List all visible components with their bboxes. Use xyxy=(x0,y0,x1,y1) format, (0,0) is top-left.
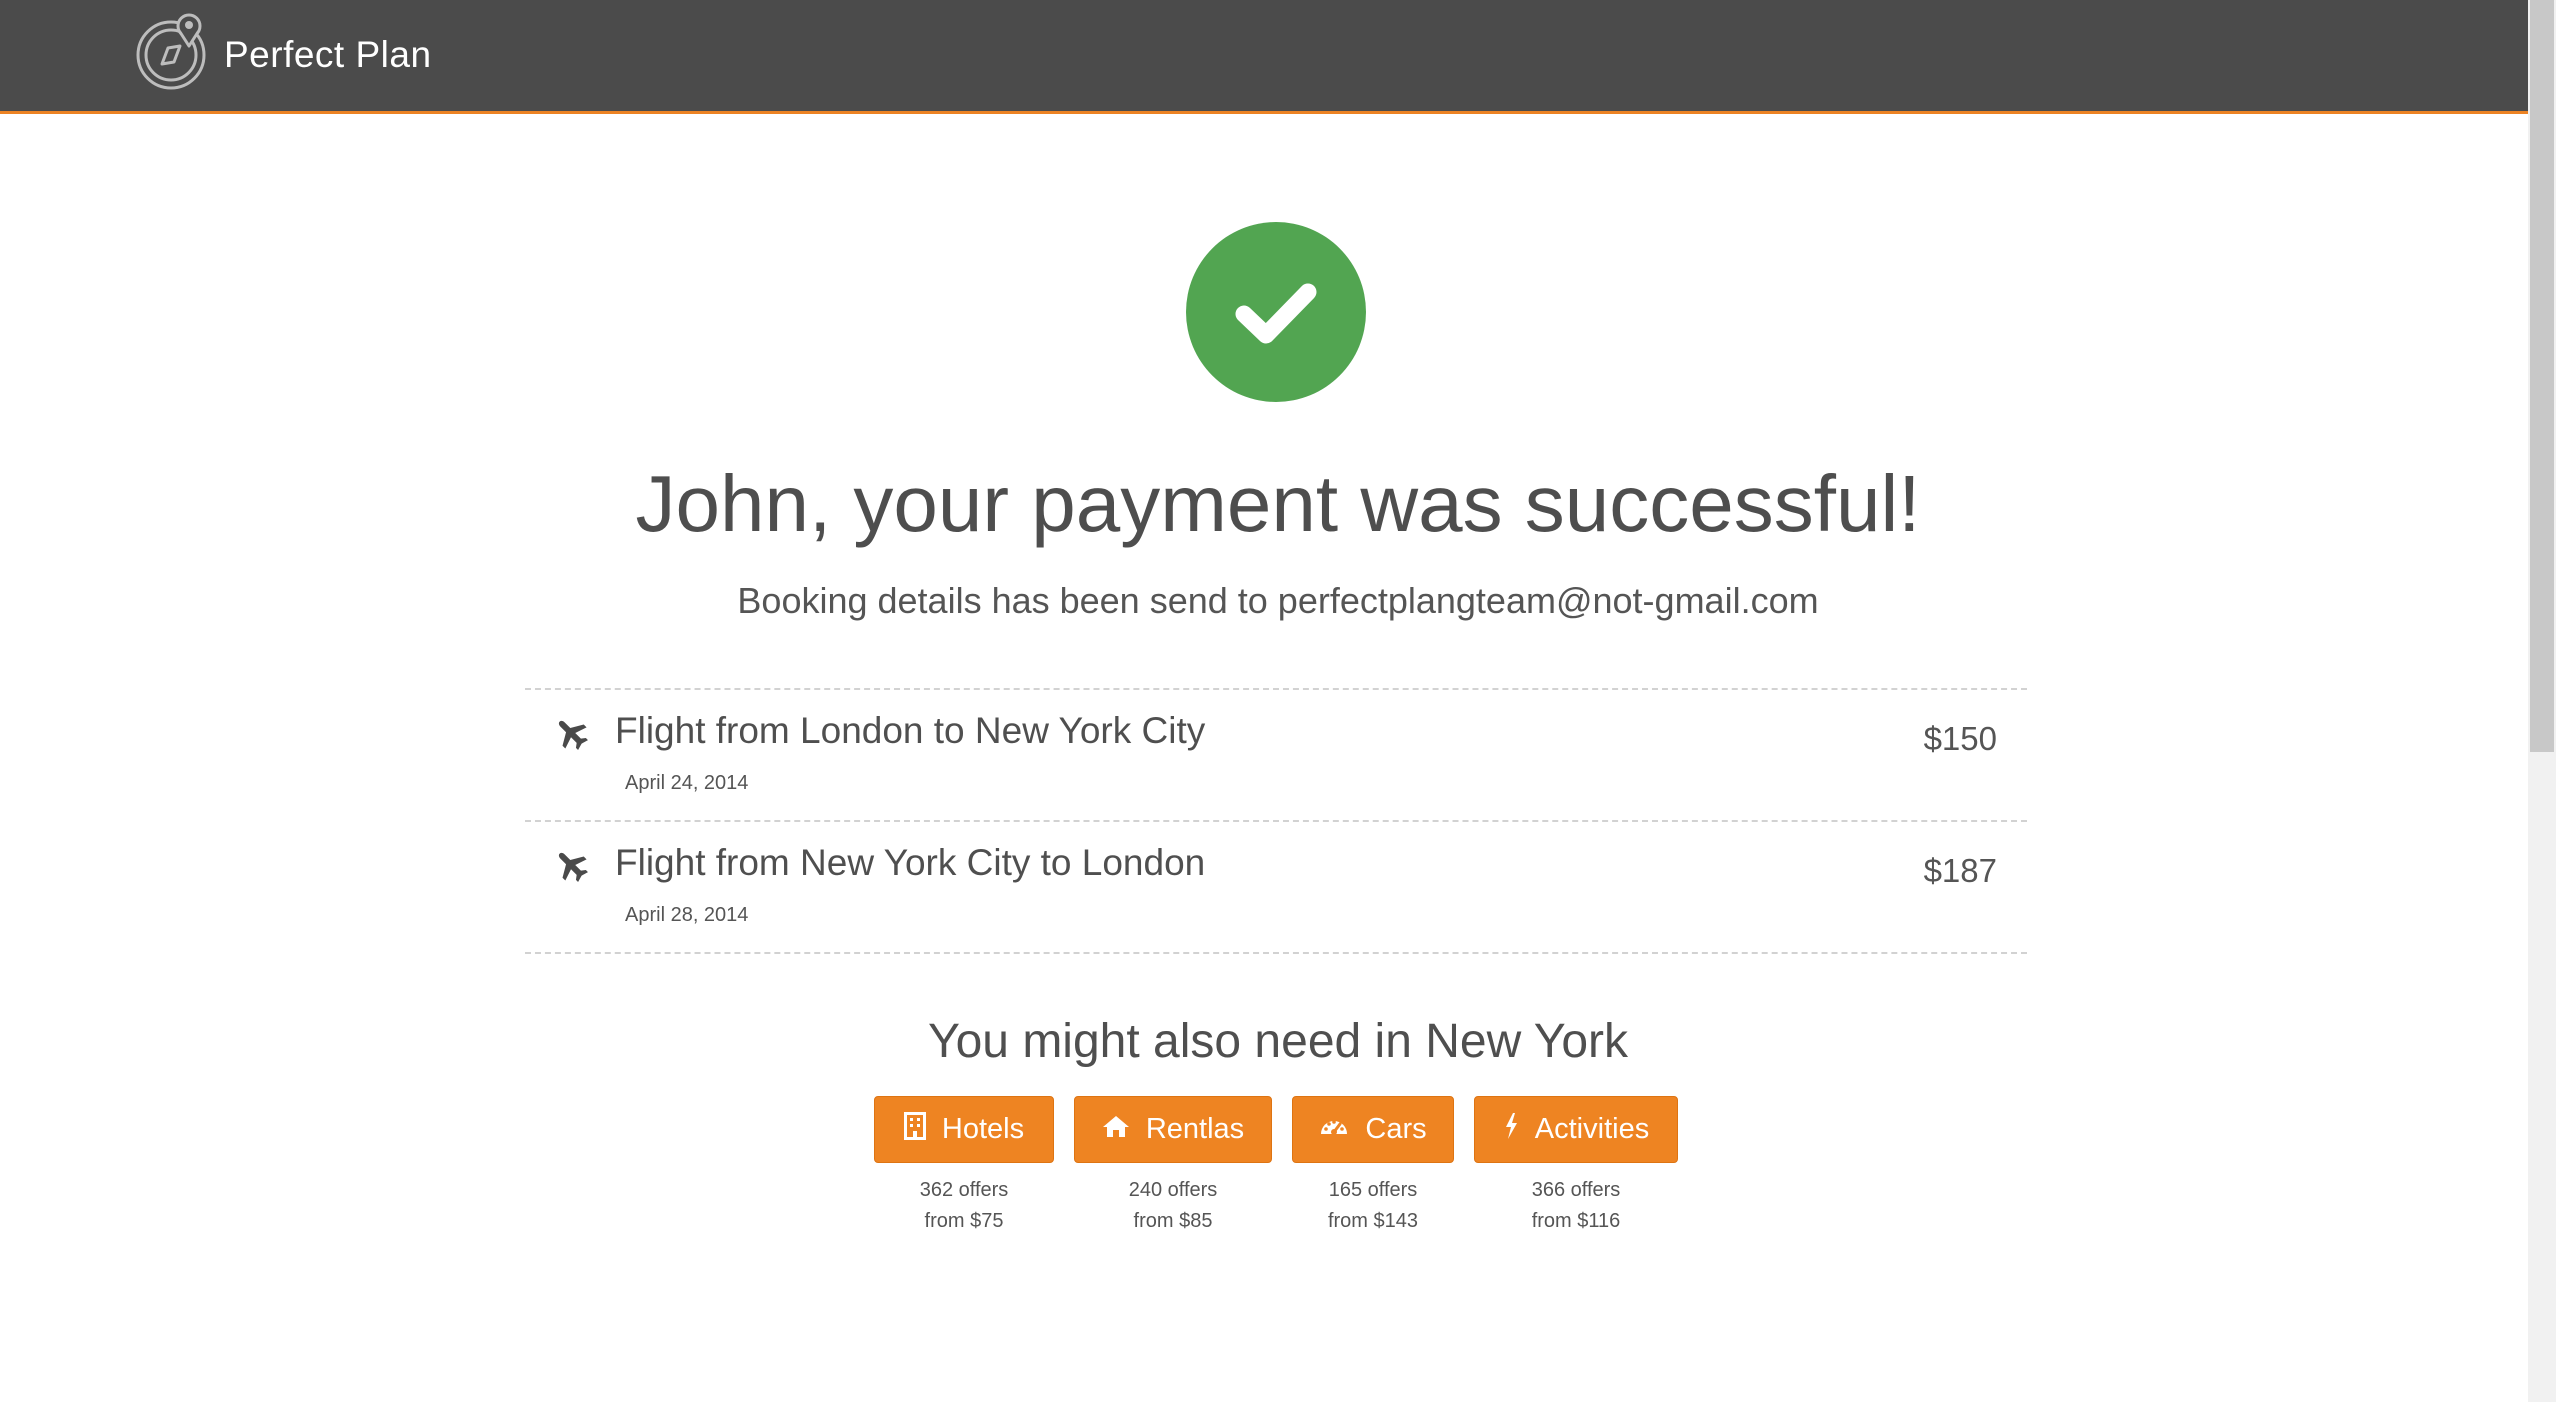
rentals-button[interactable]: Rentlas xyxy=(1074,1096,1272,1163)
suggestion-hotels: Hotels 362 offers from $75 xyxy=(874,1096,1054,1237)
scrollbar-thumb[interactable] xyxy=(2530,0,2554,752)
building-icon xyxy=(903,1111,942,1148)
offer-summary: 366 offers from $116 xyxy=(1474,1175,1678,1237)
offer-price-from: from $85 xyxy=(1133,1210,1213,1232)
suggestion-rentals: Rentlas 240 offers from $85 xyxy=(1074,1096,1272,1237)
hotels-button[interactable]: Hotels xyxy=(874,1096,1054,1163)
offer-count: 165 offers xyxy=(1328,1179,1418,1201)
lightning-icon xyxy=(1503,1112,1535,1148)
cars-button[interactable]: Cars xyxy=(1292,1096,1454,1163)
compass-pin-logo-icon xyxy=(134,12,214,97)
page: Perfect Plan John, your payment was succ… xyxy=(0,0,2556,1402)
booking-date: April 28, 2014 xyxy=(625,904,749,926)
suggestion-activities: Activities 366 offers from $116 xyxy=(1474,1096,1678,1237)
airplane-icon xyxy=(553,715,589,751)
activities-button-label: Activities xyxy=(1534,1113,1650,1145)
airplane-icon xyxy=(553,847,589,883)
offer-price-from: from $75 xyxy=(924,1210,1004,1232)
booking-row: Flight from New York City to London Apri… xyxy=(525,822,2027,954)
brand-name: Perfect Plan xyxy=(224,33,432,75)
cars-button-label: Cars xyxy=(1365,1113,1427,1145)
offer-count: 362 offers xyxy=(919,1179,1009,1201)
vertical-scrollbar[interactable] xyxy=(2528,0,2556,1402)
booking-date: April 24, 2014 xyxy=(625,772,749,794)
home-icon xyxy=(1102,1113,1146,1146)
booking-title: Flight from New York City to London xyxy=(615,842,1206,883)
booking-list: Flight from London to New York City Apri… xyxy=(525,688,2027,954)
brand-logo[interactable]: Perfect Plan xyxy=(134,12,432,97)
booking-title: Flight from London to New York City xyxy=(615,710,1206,751)
rentals-button-label: Rentlas xyxy=(1145,1113,1245,1145)
offer-count: 366 offers xyxy=(1531,1179,1621,1201)
offer-price-from: from $116 xyxy=(1531,1210,1621,1232)
success-check-icon xyxy=(1186,222,1366,402)
dashboard-icon xyxy=(1319,1113,1365,1146)
hotels-button-label: Hotels xyxy=(941,1113,1025,1145)
confirmation-headline: John, your payment was successful! xyxy=(635,459,1921,548)
suggestion-cars: Cars 165 offers from $143 xyxy=(1292,1096,1454,1237)
offer-count: 240 offers xyxy=(1128,1179,1218,1201)
activities-button[interactable]: Activities xyxy=(1474,1096,1678,1163)
booking-price: $187 xyxy=(1923,852,1997,889)
suggestions-title: You might also need in New York xyxy=(927,1015,1629,1068)
offer-summary: 362 offers from $75 xyxy=(874,1175,1054,1237)
confirmation-email-notice: Booking details has been send to perfect… xyxy=(737,580,1819,621)
top-navigation-bar: Perfect Plan xyxy=(0,0,2528,114)
offer-summary: 240 offers from $85 xyxy=(1074,1175,1272,1237)
offer-price-from: from $143 xyxy=(1327,1210,1419,1232)
booking-price: $150 xyxy=(1923,720,1997,757)
offer-summary: 165 offers from $143 xyxy=(1292,1175,1454,1237)
booking-row: Flight from London to New York City Apri… xyxy=(525,690,2027,822)
